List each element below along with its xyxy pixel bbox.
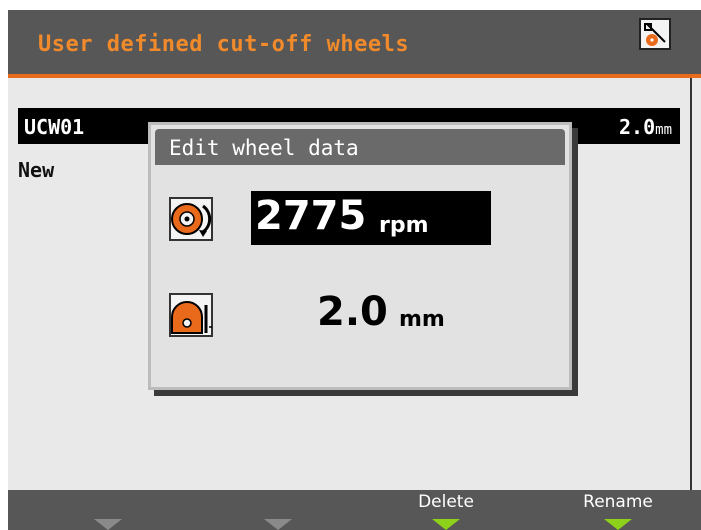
- list-item-value: 2.0mm: [619, 115, 672, 139]
- dialog-title: Edit wheel data: [169, 136, 359, 160]
- wheel-speed-icon: [169, 197, 213, 241]
- delete-softkey[interactable]: Delete: [386, 490, 506, 530]
- softkey-2[interactable]: [218, 490, 338, 530]
- speed-input[interactable]: 2775 rpm: [251, 191, 491, 245]
- list-scrollbar[interactable]: [690, 78, 701, 490]
- thickness-value-field[interactable]: 2.0 mm: [317, 289, 497, 339]
- softkey-arrow-icon: [94, 519, 122, 530]
- thickness-value: 2.0: [317, 289, 388, 335]
- rename-label: Rename: [583, 492, 653, 512]
- wheel-settings-icon[interactable]: [639, 18, 671, 50]
- speed-unit: rpm: [379, 213, 429, 238]
- header-bar: User defined cut-off wheels: [8, 10, 701, 78]
- softkey-bar: Delete Rename: [8, 490, 701, 530]
- speed-value: 2775: [255, 193, 367, 239]
- softkey-1[interactable]: [48, 490, 168, 530]
- softkey-arrow-icon: [604, 519, 632, 530]
- screen-frame: User defined cut-off wheels UCW01 2.0mm …: [8, 10, 701, 530]
- page-title: User defined cut-off wheels: [38, 32, 410, 57]
- list-item-name: UCW01: [24, 115, 85, 139]
- softkey-arrow-icon: [264, 519, 292, 530]
- wheel-thickness-icon: [169, 293, 213, 337]
- rename-softkey[interactable]: Rename: [558, 490, 678, 530]
- list-item-new[interactable]: New: [18, 158, 54, 182]
- edit-wheel-dialog: Edit wheel data 2775 rpm 2.0 mm: [148, 122, 572, 390]
- dialog-header: Edit wheel data: [155, 129, 565, 165]
- delete-label: Delete: [418, 492, 474, 512]
- softkey-arrow-icon: [432, 519, 460, 530]
- thickness-unit: mm: [399, 307, 445, 332]
